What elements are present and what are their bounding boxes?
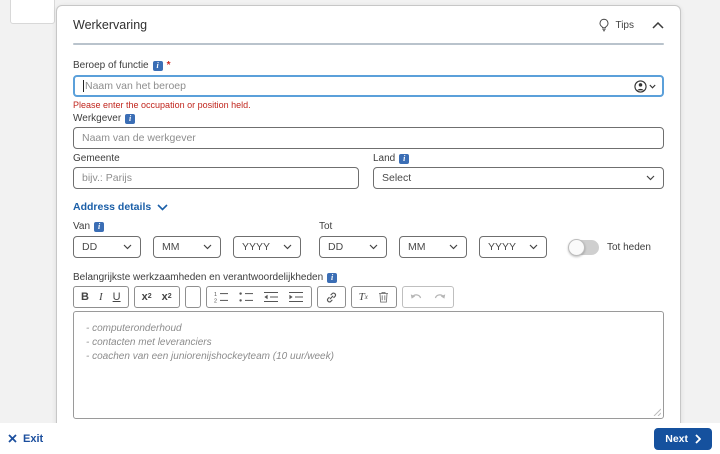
country-label: Land i — [373, 153, 664, 164]
to-label: Tot — [319, 221, 333, 232]
richtext-toolbar: B I U x2 x2 1 2 T x — [73, 286, 664, 308]
ordered-list-button[interactable]: 1 2 — [214, 291, 229, 303]
info-icon[interactable]: i — [152, 60, 163, 71]
chevron-down-icon — [283, 244, 292, 250]
text-caret — [83, 80, 84, 92]
activities-label: Belangrijkste werkzaamheden en verantwoo… — [73, 272, 664, 283]
resize-grip[interactable] — [652, 407, 661, 416]
italic-button[interactable]: I — [99, 291, 103, 303]
occupation-input-menu[interactable] — [634, 79, 656, 93]
info-icon[interactable]: i — [125, 113, 136, 124]
chevron-right-icon — [695, 433, 701, 444]
from-day-select[interactable]: DD — [73, 236, 141, 258]
to-date-group: Tot DD MM YYYY — [319, 221, 547, 258]
tips-label: Tips — [615, 19, 634, 31]
country-select-value: Select — [382, 172, 412, 184]
occupation-error: Please enter the occupation or position … — [73, 100, 251, 110]
from-year-select[interactable]: YYYY — [233, 236, 301, 258]
chevron-down-icon — [123, 244, 132, 250]
modal-title: Werkervaring — [73, 18, 148, 32]
collapse-section-button[interactable] — [652, 21, 664, 29]
background-page-fragment — [10, 0, 55, 24]
ongoing-label: Tot heden — [607, 242, 651, 253]
country-select[interactable]: Select — [373, 167, 664, 189]
superscript-button[interactable]: x2 — [162, 291, 172, 303]
to-day-select[interactable]: DD — [319, 236, 387, 258]
toggle-knob — [568, 239, 585, 256]
bullet-list-button[interactable] — [239, 291, 254, 303]
employer-placeholder: Naam van de werkgever — [82, 132, 196, 144]
outdent-button[interactable] — [263, 291, 279, 303]
chevron-up-icon — [652, 21, 664, 29]
svg-text:1: 1 — [214, 292, 217, 298]
city-input[interactable]: bijv.: Parijs — [73, 167, 359, 189]
underline-button[interactable]: U — [113, 291, 121, 303]
chevron-down-icon — [529, 244, 538, 250]
activities-editor[interactable]: - computeronderhoud - contacten met leve… — [73, 311, 664, 419]
info-icon[interactable]: i — [399, 153, 410, 164]
svg-text:2: 2 — [214, 299, 217, 304]
activities-line: - coachen van een juniorenijshockeyteam … — [86, 351, 334, 362]
from-label: Van i — [73, 221, 301, 232]
required-marker: * — [166, 60, 171, 71]
subscript-button[interactable]: x2 — [142, 291, 152, 303]
activities-line: - contacten met leveranciers — [86, 337, 212, 348]
exit-button[interactable]: Exit — [8, 433, 43, 445]
occupation-input[interactable]: Naam van het beroep — [73, 75, 664, 97]
employer-input[interactable]: Naam van de werkgever — [73, 127, 664, 149]
from-date-group: Van i DD MM YYYY — [73, 221, 301, 258]
to-month-select[interactable]: MM — [399, 236, 467, 258]
bold-button[interactable]: B — [81, 291, 89, 303]
undo-arrow-icon — [410, 292, 423, 302]
city-placeholder: bijv.: Parijs — [82, 172, 132, 184]
wizard-footer: Exit Next — [0, 423, 720, 454]
ongoing-toggle[interactable] — [568, 239, 599, 256]
header-divider — [73, 43, 664, 45]
chevron-down-icon — [646, 175, 655, 181]
account-circle-icon — [634, 79, 647, 93]
chevron-down-icon — [369, 244, 378, 250]
link-button[interactable] — [325, 291, 338, 304]
employer-label: Werkgever i — [73, 113, 664, 124]
next-button[interactable]: Next — [654, 427, 712, 450]
delete-button[interactable] — [378, 291, 389, 303]
redo-arrow-icon — [433, 292, 446, 302]
indent-button[interactable] — [288, 291, 304, 303]
chain-link-icon — [325, 291, 338, 304]
work-experience-modal: Werkervaring Tips Beroep of functie i * … — [56, 5, 681, 454]
occupation-placeholder: Naam van het beroep — [85, 80, 186, 92]
clear-format-button[interactable]: Tx — [359, 291, 368, 303]
chevron-down-icon — [157, 203, 168, 211]
chevron-down-icon — [203, 244, 212, 250]
lightbulb-icon — [598, 18, 610, 32]
trash-icon — [378, 291, 389, 303]
info-icon[interactable]: i — [94, 221, 105, 232]
chevron-down-icon — [649, 84, 656, 89]
close-icon — [8, 434, 17, 443]
color-button[interactable] — [184, 286, 201, 308]
tips-button[interactable]: Tips — [598, 18, 634, 32]
address-details-toggle[interactable]: Address details — [73, 201, 664, 213]
activities-line: - computeronderhoud — [86, 323, 182, 334]
from-month-select[interactable]: MM — [153, 236, 221, 258]
redo-button[interactable] — [433, 292, 446, 302]
to-year-select[interactable]: YYYY — [479, 236, 547, 258]
address-details-label: Address details — [73, 201, 152, 213]
info-icon[interactable]: i — [327, 272, 338, 283]
undo-button[interactable] — [410, 292, 423, 302]
city-label: Gemeente — [73, 153, 120, 164]
modal-header: Werkervaring Tips — [57, 6, 680, 40]
occupation-label: Beroep of functie i * — [73, 60, 171, 71]
chevron-down-icon — [449, 244, 458, 250]
